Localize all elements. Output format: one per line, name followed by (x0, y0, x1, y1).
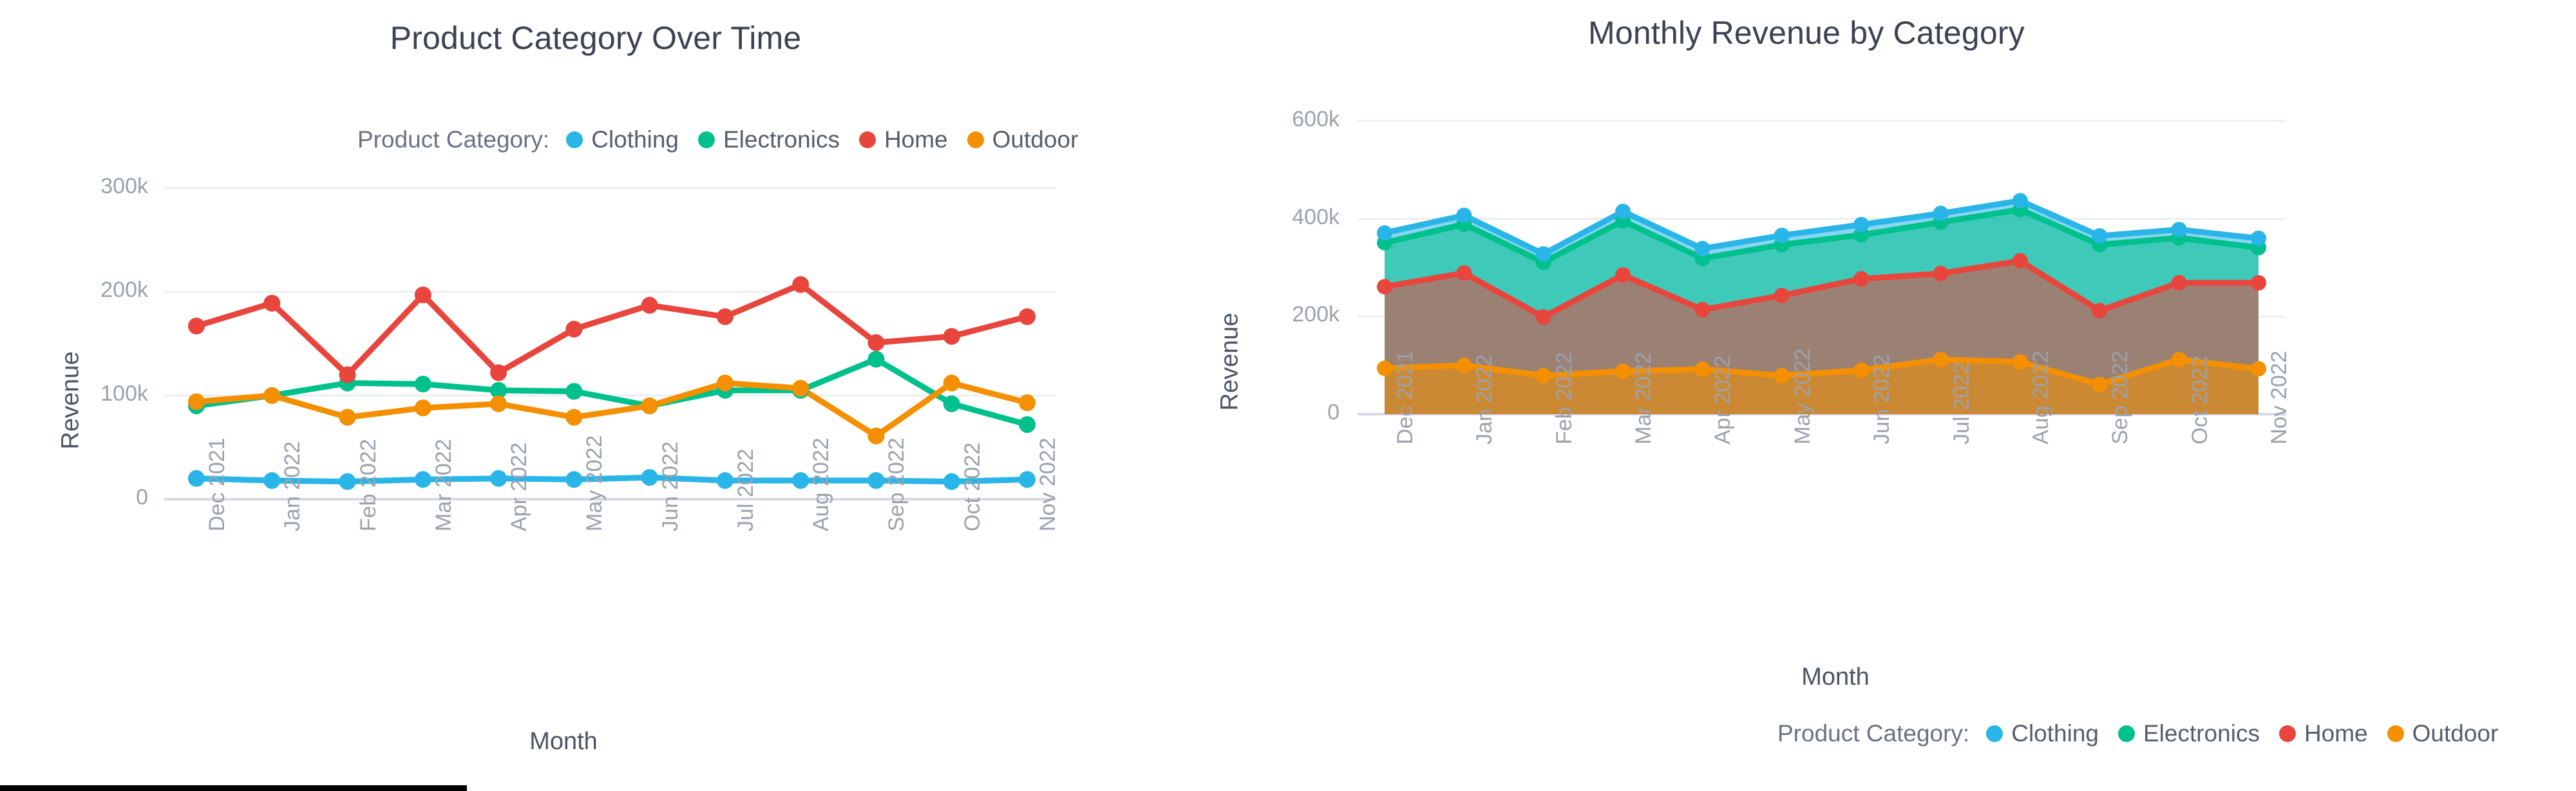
bottom-edge-bar (0, 785, 467, 791)
left-x-tick: Jul 2022 (733, 448, 758, 531)
right-x-tick: Jul 2022 (1949, 361, 1974, 444)
right-chart-legend: Product Category: Clothing Electronics H… (1777, 720, 2517, 747)
left-x-axis-title: Month (529, 728, 598, 755)
left-x-tick: Nov 2022 (1036, 437, 1060, 531)
legend-swatch-clothing-right (1986, 725, 2003, 742)
left-x-tick: Oct 2022 (960, 443, 985, 531)
left-y-axis-title: Revenue (57, 351, 84, 450)
legend-item-electronics-right[interactable]: Electronics (2117, 720, 2260, 747)
right-x-tick: Feb 2022 (1551, 352, 1577, 444)
right-y-tick: 200k (1292, 302, 1340, 327)
left-x-tick: Apr 2022 (507, 443, 532, 531)
left-x-tick: Mar 2022 (431, 439, 456, 531)
right-x-tick: Nov 2022 (2267, 350, 2291, 444)
legend-swatch-electronics-right (2117, 725, 2135, 742)
left-y-tick: 200k (100, 278, 148, 302)
left-x-tick: Sep 2022 (884, 437, 909, 531)
right-x-tick: Jun 2022 (1870, 354, 1895, 444)
right-y-tick: 400k (1292, 204, 1340, 229)
left-x-tick: Feb 2022 (355, 439, 381, 531)
left-x-tick: May 2022 (582, 435, 607, 531)
right-chart-panel: Monthly Revenue by Category 0 200k 400k 600… (1191, 0, 2576, 791)
left-x-tick: Jan 2022 (280, 441, 305, 531)
legend-text-clothing-right: Clothing (2011, 720, 2099, 747)
right-x-tick: Aug 2022 (2028, 350, 2053, 444)
legend-label-right: Product Category: (1777, 720, 1970, 747)
left-chart-canvas (164, 187, 1056, 500)
left-x-tick: Dec 2021 (205, 437, 229, 531)
right-y-axis-title: Revenue (1216, 312, 1244, 411)
left-y-tick: 300k (100, 174, 148, 198)
legend-swatch-home-right (2278, 725, 2296, 742)
left-x-tick: Aug 2022 (809, 437, 834, 531)
legend-swatch-outdoor-right (2387, 725, 2404, 742)
right-x-tick: Oct 2022 (2187, 356, 2212, 444)
legend-item-home-right[interactable]: Home (2278, 720, 2368, 747)
right-x-tick: Mar 2022 (1631, 352, 1656, 444)
right-x-axis-title: Month (1801, 663, 1870, 691)
right-x-tick: May 2022 (1790, 348, 1815, 444)
legend-text-home-right: Home (2304, 720, 2368, 747)
left-x-tick: Jun 2022 (658, 441, 683, 531)
right-y-tick: 600k (1292, 107, 1340, 131)
right-x-tick: Apr 2022 (1710, 356, 1736, 444)
right-x-tick: Dec 2021 (1393, 350, 1417, 444)
legend-item-outdoor-right[interactable]: Outdoor (2387, 720, 2499, 747)
legend-text-outdoor-right: Outdoor (2412, 720, 2499, 747)
right-x-tick: Jan 2022 (1472, 354, 1497, 444)
right-x-tick: Sep 2022 (2108, 350, 2133, 444)
legend-item-clothing-right[interactable]: Clothing (1986, 720, 2099, 747)
left-chart-panel: Product Category Over Time Product Categ… (0, 0, 1191, 791)
legend-text-electronics-right: Electronics (2143, 720, 2260, 747)
right-y-tick: 0 (1327, 400, 1340, 424)
